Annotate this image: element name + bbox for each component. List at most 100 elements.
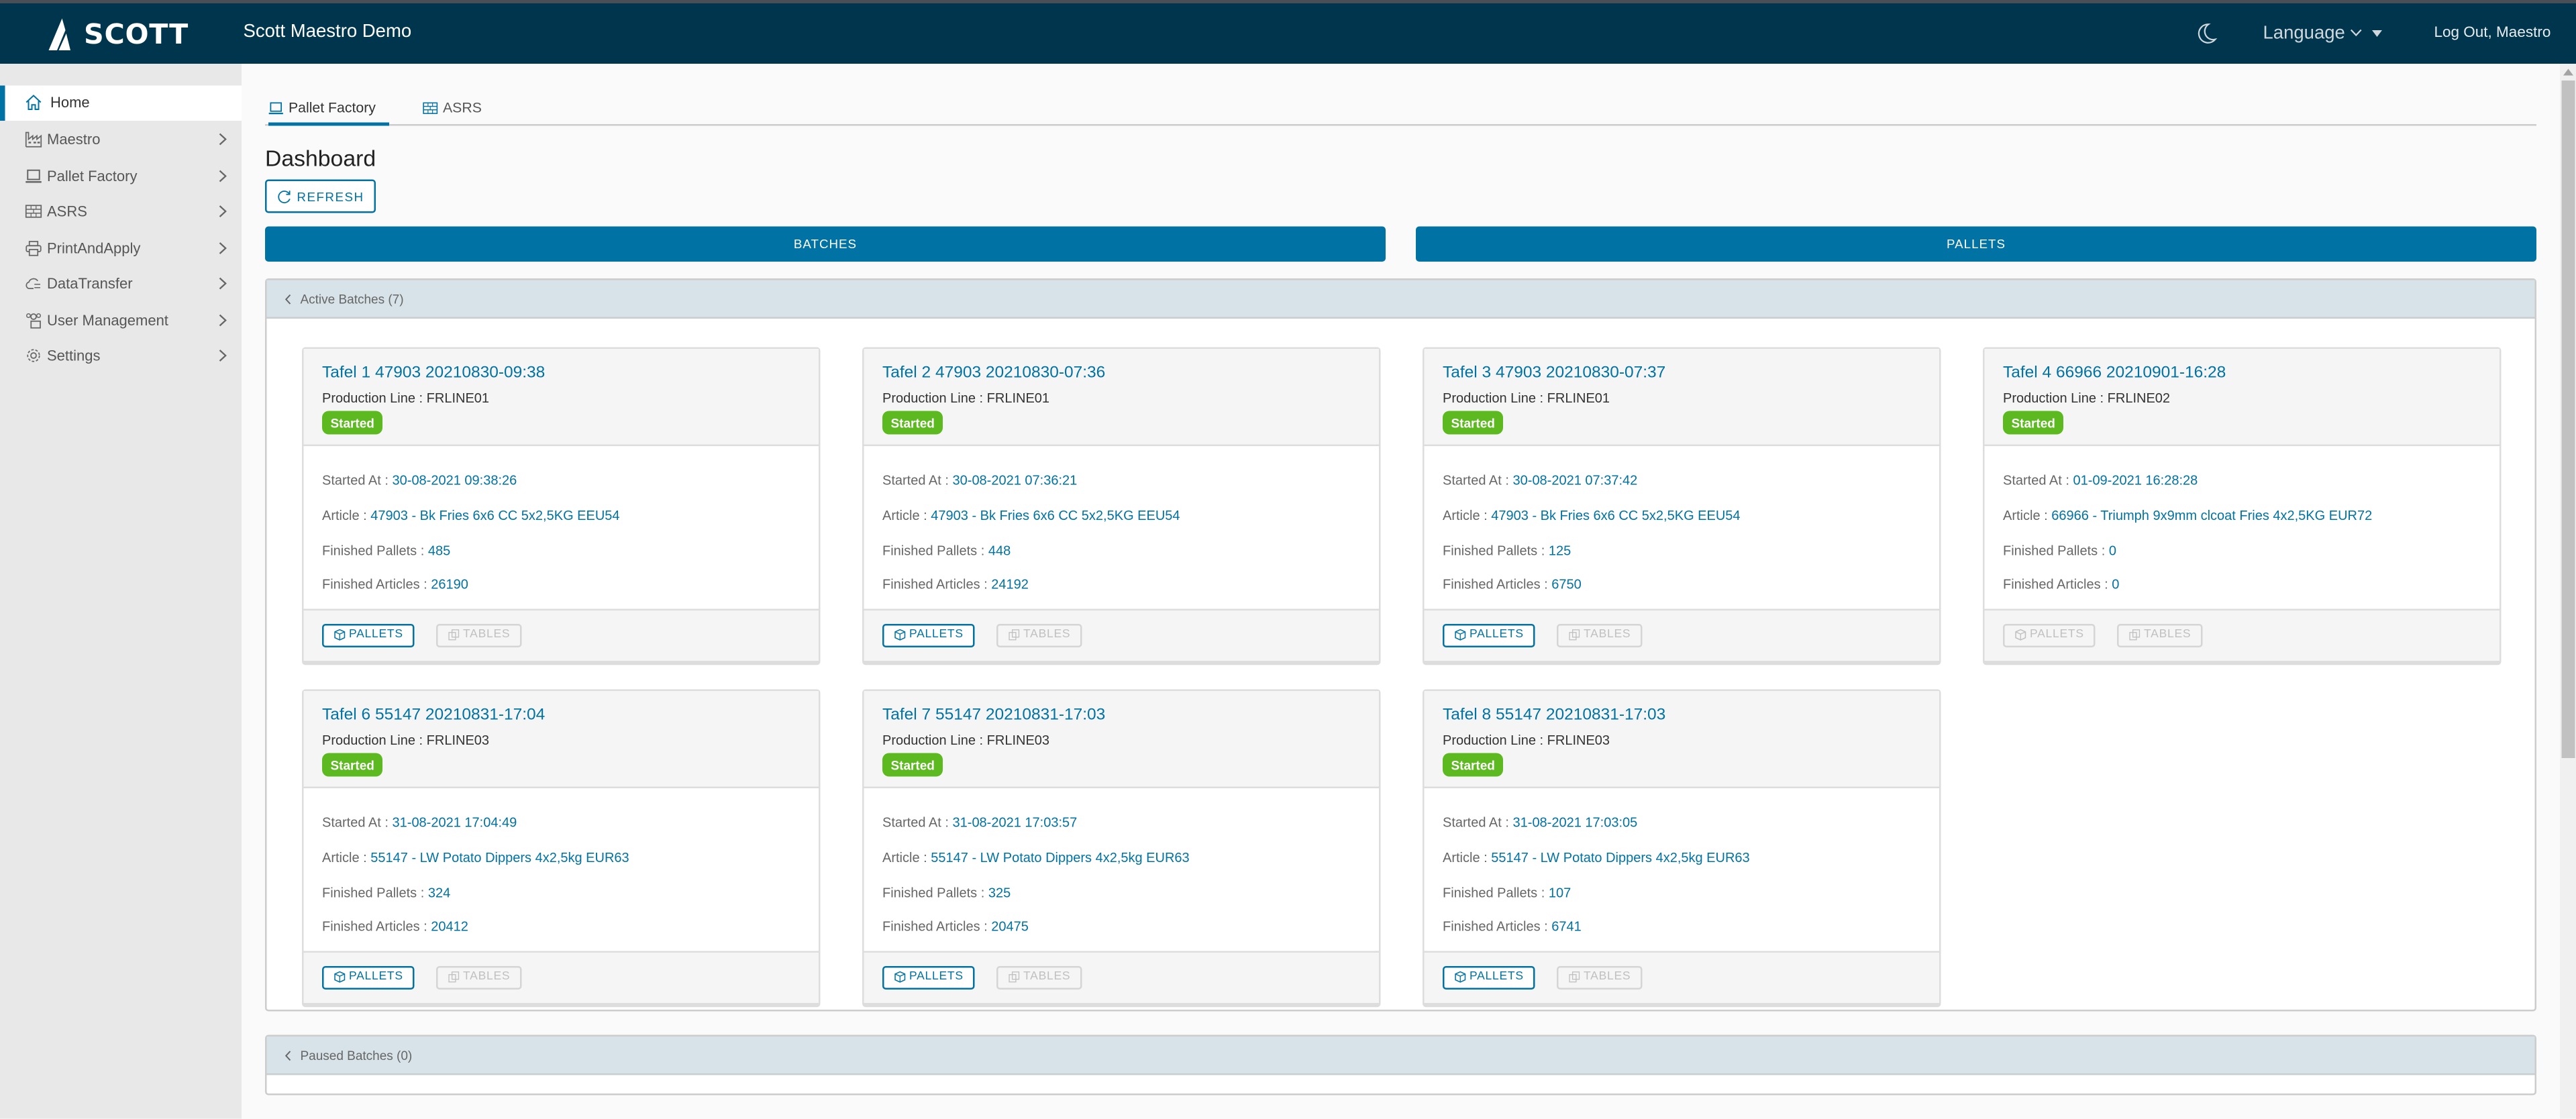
batch-card-body: Started At : 30-08-2021 07:37:42 Article…	[1425, 446, 1940, 609]
copy-icon	[448, 629, 460, 641]
pallets-card-button[interactable]: PALLETS	[882, 623, 976, 647]
tables-card-button: TABLES	[996, 965, 1082, 989]
article-label: Article :	[322, 508, 371, 524]
started-at-row: Started At : 30-08-2021 07:37:42	[1443, 473, 1637, 488]
sidebar-item-pallet-factory[interactable]: Pallet Factory	[0, 158, 242, 194]
sidebar-item-asrs[interactable]: ASRS	[0, 194, 242, 230]
started-at-label: Started At :	[1443, 815, 1513, 831]
production-line-value: FRLINE02	[2107, 390, 2171, 407]
logout-link[interactable]: Log Out, Maestro	[2434, 23, 2551, 40]
batch-title[interactable]: Tafel 6 55147 20210831-17:04	[322, 706, 545, 725]
batch-title[interactable]: Tafel 2 47903 20210830-07:36	[882, 364, 1105, 383]
refresh-icon	[278, 189, 291, 203]
box-icon	[1455, 971, 1466, 983]
finished-pallets-label: Finished Pallets :	[1443, 542, 1549, 558]
finished-pallets-label: Finished Pallets :	[322, 884, 428, 900]
finished-pallets-value: 125	[1548, 542, 1572, 558]
sidebar-item-home[interactable]: Home	[0, 85, 242, 121]
tables-card-button: TABLES	[996, 623, 1082, 647]
tab-pallet-factory[interactable]: Pallet Factory	[268, 91, 389, 126]
finished-articles-value: 6741	[1551, 919, 1582, 935]
tables-card-button-label: TABLES	[463, 629, 511, 641]
finished-pallets-row: Finished Pallets : 324	[322, 885, 450, 900]
batch-title[interactable]: Tafel 3 47903 20210830-07:37	[1443, 364, 1665, 383]
batch-title[interactable]: Tafel 1 47903 20210830-09:38	[322, 364, 545, 383]
started-at-value: 30-08-2021 09:38:26	[392, 473, 517, 488]
article-label: Article :	[2003, 508, 2052, 524]
language-dropdown[interactable]: Language	[2263, 23, 2382, 43]
tables-card-button: TABLES	[1557, 965, 1643, 989]
started-at-label: Started At :	[1443, 473, 1513, 488]
users-icon	[25, 313, 42, 328]
article-row: Article : 47903 - Bk Fries 6x6 CC 5x2,5K…	[322, 509, 620, 524]
tables-card-button: TABLES	[436, 623, 522, 647]
article-label: Article :	[1443, 850, 1492, 866]
sidebar-item-user-management[interactable]: User Management	[0, 302, 242, 338]
pallets-card-button[interactable]: PALLETS	[882, 965, 976, 989]
batch-card: Tafel 1 47903 20210830-09:38 Production …	[302, 347, 821, 663]
started-at-row: Started At : 30-08-2021 09:38:26	[322, 473, 517, 488]
batch-title[interactable]: Tafel 7 55147 20210831-17:03	[882, 706, 1105, 725]
pallets-card-button[interactable]: PALLETS	[322, 965, 415, 989]
pallets-card-button[interactable]: PALLETS	[322, 623, 415, 647]
app-root: SCOTT Scott Maestro Demo Language Log Ou…	[0, 0, 2576, 1119]
finished-pallets-label: Finished Pallets :	[322, 542, 428, 558]
tab-asrs[interactable]: ASRS	[423, 91, 482, 124]
batch-card-footer: PALLETS TABLES	[303, 608, 819, 661]
batch-card-header: Tafel 4 66966 20210901-16:28 Production …	[1984, 349, 2500, 446]
paused-batches-header[interactable]: Paused Batches (0)	[266, 1036, 2535, 1075]
started-at-row: Started At : 31-08-2021 17:03:05	[1443, 815, 1637, 831]
tables-card-button-label: TABLES	[1023, 971, 1071, 983]
box-icon	[334, 971, 346, 983]
chevron-right-icon	[219, 134, 227, 146]
scott-logo[interactable]: SCOTT	[48, 17, 189, 51]
sidebar-item-label: Home	[50, 94, 90, 111]
copy-icon	[1569, 629, 1580, 641]
batch-card-body: Started At : 30-08-2021 09:38:26 Article…	[304, 446, 819, 609]
sidebar-item-label: DataTransfer	[47, 275, 133, 292]
pallets-card-button[interactable]: PALLETS	[1443, 965, 1536, 989]
batch-card-footer: PALLETS TABLES	[1424, 951, 1939, 1003]
sidebar-item-printandapply[interactable]: PrintAndApply	[0, 230, 242, 266]
started-at-label: Started At :	[2003, 473, 2073, 488]
scroll-up-arrow-icon[interactable]	[2563, 68, 2573, 76]
finished-pallets-label: Finished Pallets :	[882, 542, 988, 558]
article-value: 47903 - Bk Fries 6x6 CC 5x2,5KG EEU54	[370, 508, 620, 524]
sidebar-item-label: Maestro	[47, 131, 101, 148]
pallets-card-button-label: PALLETS	[2030, 629, 2084, 641]
tables-card-button-label: TABLES	[1023, 629, 1071, 641]
page-scrollbar[interactable]	[2560, 64, 2576, 1119]
pallets-button[interactable]: PALLETS	[1416, 226, 2536, 261]
production-line: Production Line : FRLINE01	[882, 391, 1049, 407]
batch-title[interactable]: Tafel 4 66966 20210901-16:28	[2003, 364, 2226, 383]
chevron-right-icon	[219, 242, 227, 254]
batch-title[interactable]: Tafel 8 55147 20210831-17:03	[1443, 706, 1665, 725]
caret-down-icon	[2371, 29, 2382, 36]
active-batches-header[interactable]: Active Batches (7)	[266, 280, 2535, 319]
pallets-card-button[interactable]: PALLETS	[1443, 623, 1536, 647]
sidebar-item-settings[interactable]: Settings	[0, 338, 242, 374]
finished-pallets-value: 448	[988, 542, 1011, 558]
sidebar-item-maestro[interactable]: Maestro	[0, 121, 242, 158]
article-value: 47903 - Bk Fries 6x6 CC 5x2,5KG EEU54	[1491, 508, 1741, 524]
production-line-value: FRLINE01	[986, 390, 1050, 407]
started-at-label: Started At :	[882, 815, 953, 831]
finished-articles-label: Finished Articles :	[882, 577, 992, 592]
sidebar-item-datatransfer[interactable]: DataTransfer	[0, 266, 242, 302]
active-batches-title: Active Batches (7)	[300, 290, 404, 307]
batch-card: Tafel 3 47903 20210830-07:37 Production …	[1423, 347, 1941, 663]
copy-icon	[2129, 629, 2141, 641]
batch-card-header: Tafel 3 47903 20210830-07:37 Production …	[1424, 349, 1939, 446]
box-icon	[334, 629, 346, 641]
refresh-button[interactable]: REFRESH	[265, 179, 376, 213]
moon-icon[interactable]	[2194, 21, 2218, 44]
article-row: Article : 47903 - Bk Fries 6x6 CC 5x2,5K…	[882, 509, 1180, 524]
batches-button[interactable]: BATCHES	[265, 226, 1386, 261]
article-row: Article : 47903 - Bk Fries 6x6 CC 5x2,5K…	[1443, 509, 1741, 524]
finished-pallets-value: 107	[1548, 884, 1572, 900]
finished-pallets-label: Finished Pallets :	[2003, 542, 2109, 558]
finished-articles-label: Finished Articles :	[1443, 919, 1552, 935]
app-title: Scott Maestro Demo	[243, 21, 412, 42]
scroll-thumb[interactable]	[2561, 81, 2575, 758]
finished-pallets-row: Finished Pallets : 0	[2003, 543, 2116, 558]
